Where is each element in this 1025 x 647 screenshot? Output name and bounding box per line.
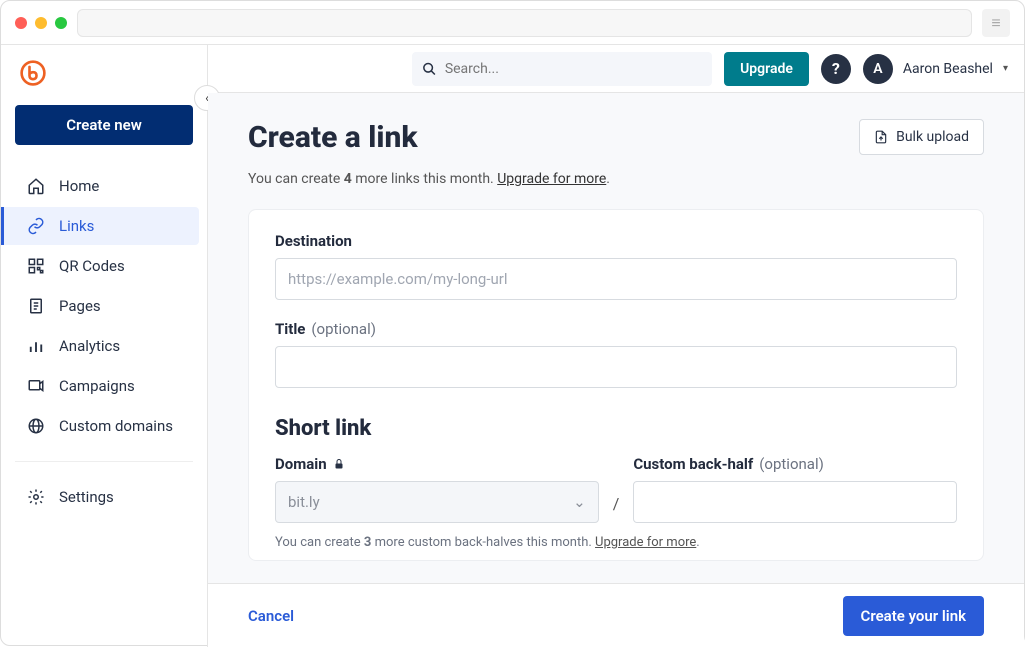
search-input[interactable]: [445, 61, 702, 77]
browser-menu-icon[interactable]: ≡: [982, 9, 1010, 37]
backhalf-input[interactable]: [633, 481, 957, 523]
gear-icon: [27, 488, 45, 506]
sidebar-item-custom-domains[interactable]: Custom domains: [9, 407, 199, 445]
sidebar-item-campaigns[interactable]: Campaigns: [9, 367, 199, 405]
upgrade-link[interactable]: Upgrade for more: [497, 171, 606, 187]
link-icon: [27, 217, 45, 235]
title-input[interactable]: [275, 346, 957, 388]
minimize-window-icon[interactable]: [35, 17, 47, 29]
page-footer: Cancel Create your link: [208, 583, 1024, 647]
file-upload-icon: [874, 130, 888, 144]
create-link-button[interactable]: Create your link: [843, 596, 984, 636]
sidebar-item-label: Campaigns: [59, 377, 135, 395]
page-content: Create a link Bulk upload You can create…: [208, 93, 1024, 583]
browser-chrome: ≡: [1, 1, 1024, 45]
campaigns-icon: [27, 377, 45, 395]
title-label: Title (optional): [275, 320, 957, 338]
upgrade-button[interactable]: Upgrade: [724, 52, 809, 86]
qr-code-icon: [27, 257, 45, 275]
globe-icon: [27, 417, 45, 435]
bitly-logo-icon: [19, 59, 47, 87]
chevron-down-icon: ▾: [1003, 63, 1008, 74]
cancel-button[interactable]: Cancel: [248, 607, 294, 625]
sidebar-item-pages[interactable]: Pages: [9, 287, 199, 325]
home-icon: [27, 177, 45, 195]
domain-label: Domain: [275, 455, 599, 473]
form-card: Destination Title (optional) Short link …: [248, 209, 984, 561]
lock-icon: [333, 458, 345, 470]
sidebar-item-qr-codes[interactable]: QR Codes: [9, 247, 199, 285]
domain-select-value: bit.ly: [288, 493, 320, 511]
sidebar-item-analytics[interactable]: Analytics: [9, 327, 199, 365]
sidebar-item-settings[interactable]: Settings: [9, 478, 199, 516]
browser-url-bar[interactable]: [77, 9, 972, 37]
quota-text: You can create 4 more links this month. …: [248, 171, 984, 187]
sidebar-item-links[interactable]: Links: [1, 207, 199, 245]
sidebar: ‹ Create new Home Links QR Codes: [1, 45, 208, 647]
destination-input[interactable]: [275, 258, 957, 300]
sidebar-item-label: Pages: [59, 297, 101, 315]
destination-label: Destination: [275, 232, 957, 250]
bulk-upload-button[interactable]: Bulk upload: [859, 119, 984, 155]
analytics-icon: [27, 337, 45, 355]
sidebar-nav: Home Links QR Codes Pages Analytics Camp…: [1, 159, 207, 453]
user-menu[interactable]: A Aaron Beashel ▾: [863, 54, 1008, 84]
avatar: A: [863, 54, 893, 84]
chevron-down-icon: ⌄: [573, 493, 586, 511]
user-name: Aaron Beashel: [903, 61, 993, 77]
domain-select[interactable]: bit.ly ⌄: [275, 481, 599, 523]
help-button[interactable]: ?: [821, 54, 851, 84]
create-new-button[interactable]: Create new: [15, 105, 193, 145]
window-controls: [15, 17, 67, 29]
upgrade-backhalf-link[interactable]: Upgrade for more: [595, 535, 696, 550]
sidebar-item-label: Custom domains: [59, 417, 173, 435]
sidebar-item-label: Analytics: [59, 337, 120, 355]
close-window-icon[interactable]: [15, 17, 27, 29]
backhalf-label: Custom back-half (optional): [633, 455, 957, 473]
sidebar-divider: [15, 461, 193, 462]
sidebar-item-home[interactable]: Home: [9, 167, 199, 205]
sidebar-item-label: QR Codes: [59, 257, 125, 275]
maximize-window-icon[interactable]: [55, 17, 67, 29]
sidebar-item-label: Links: [59, 217, 94, 235]
bulk-upload-label: Bulk upload: [896, 129, 969, 145]
sidebar-item-label: Settings: [59, 488, 114, 506]
shortlink-heading: Short link: [275, 416, 957, 441]
sidebar-item-label: Home: [59, 177, 99, 195]
pages-icon: [27, 297, 45, 315]
page-title: Create a link: [248, 120, 418, 155]
search-icon: [422, 61, 437, 77]
top-bar: Upgrade ? A Aaron Beashel ▾: [208, 45, 1024, 93]
search-box[interactable]: [412, 52, 712, 86]
